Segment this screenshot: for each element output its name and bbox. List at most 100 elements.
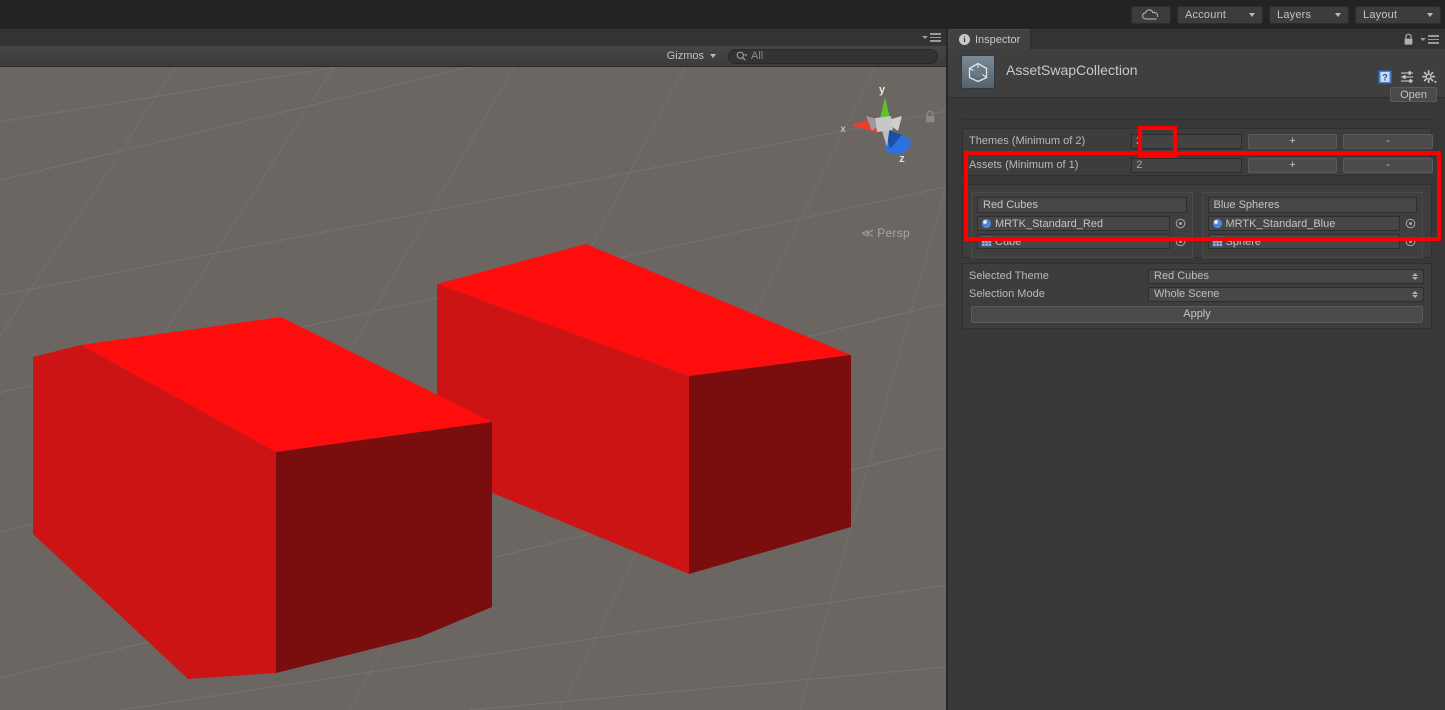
material-label-1: MRTK_Standard_Blue [1225, 217, 1336, 230]
scene-search-placeholder: All [751, 50, 764, 62]
panel-menu-icon[interactable] [922, 33, 941, 42]
selection-mode-row: Selection Mode Whole Scene [963, 285, 1433, 303]
theme-name-field-1[interactable]: Blue Spheres [1207, 197, 1417, 213]
gear-icon[interactable] [1422, 70, 1437, 84]
chevron-down-icon [710, 54, 716, 58]
perspective-indicator[interactable]: ≪ Persp [861, 226, 910, 240]
info-icon: i [959, 34, 970, 45]
material-field-0[interactable]: MRTK_Standard_Red [977, 216, 1170, 231]
scene-toolbar: Gizmos All [0, 46, 946, 67]
account-dropdown[interactable]: Account [1177, 5, 1263, 24]
inspector-header-icons: ? [1378, 70, 1437, 84]
selected-theme-label: Selected Theme [969, 270, 1049, 282]
scene-render [0, 67, 946, 710]
chevron-down-icon [1427, 12, 1433, 17]
assets-remove-button[interactable]: - [1343, 157, 1433, 173]
selected-theme-dropdown[interactable]: Red Cubes [1148, 268, 1424, 284]
hamburger-icon [1428, 35, 1439, 44]
preset-icon[interactable] [1400, 70, 1414, 84]
svg-text:y: y [879, 84, 886, 96]
prefab-label-0: Cube [995, 235, 1022, 248]
layout-dropdown[interactable]: Layout [1355, 5, 1441, 24]
material-label-0: MRTK_Standard_Red [995, 217, 1104, 230]
panel-menu-icon[interactable] [1420, 35, 1439, 44]
gizmos-dropdown[interactable]: Gizmos [663, 48, 720, 64]
chevron-down-icon [1249, 12, 1255, 17]
tab-inspector-label: Inspector [975, 33, 1021, 46]
theme-1-asset-row-0: MRTK_Standard_Blue [1207, 216, 1418, 231]
prefab-mesh-icon [1211, 236, 1223, 247]
prefab-field-1[interactable]: Sphere [1207, 234, 1400, 249]
assets-add-button[interactable]: + [1247, 157, 1338, 173]
search-icon [736, 51, 748, 61]
persp-arrow-icon: ≪ [861, 226, 875, 240]
inspector-panel: i Inspector AssetSwapCollection ? Open T… [948, 29, 1445, 710]
cloud-button[interactable] [1131, 5, 1171, 24]
layers-label: Layers [1277, 8, 1312, 21]
svg-text:?: ? [1382, 73, 1388, 83]
selection-mode-dropdown[interactable]: Whole Scene [1148, 286, 1424, 302]
chevron-down-icon [922, 36, 928, 39]
prefab-label-1: Sphere [1225, 235, 1261, 248]
scene-search-input[interactable]: All [728, 48, 938, 64]
object-picker-icon[interactable] [1174, 217, 1187, 230]
assets-count-row: Assets (Minimum of 1) 2 + - [963, 155, 1433, 175]
inspector-tab-strip: i Inspector [948, 29, 1445, 49]
hamburger-icon [930, 33, 941, 42]
prefab-field-0[interactable]: Cube [977, 234, 1170, 249]
stepper-arrows-icon [1412, 272, 1418, 280]
inspector-header: AssetSwapCollection ? Open [948, 49, 1445, 102]
chevron-down-icon [1335, 12, 1341, 17]
theme-1-asset-row-1: Sphere [1207, 234, 1418, 249]
object-picker-icon[interactable] [1174, 235, 1187, 248]
theme-0-asset-row-0: MRTK_Standard_Red [977, 216, 1187, 231]
help-book-icon[interactable]: ? [1378, 70, 1392, 84]
inspector-body: Themes (Minimum of 2) 2 + - Assets (Mini… [948, 99, 1445, 710]
divider [962, 119, 1432, 120]
prefab-mesh-icon [981, 236, 992, 247]
settings-section: Selected Theme Red Cubes Selection Mode … [962, 263, 1432, 329]
theme-name-field-0[interactable]: Red Cubes [977, 197, 1187, 213]
perspective-label: Persp [877, 226, 910, 240]
gizmos-label: Gizmos [666, 50, 704, 62]
theme-0-asset-row-1: Cube [977, 234, 1187, 249]
layout-label: Layout [1363, 8, 1398, 21]
themes-count-field[interactable]: 2 [1131, 133, 1242, 149]
counts-section: Themes (Minimum of 2) 2 + - Assets (Mini… [962, 128, 1433, 176]
page-title: AssetSwapCollection [1006, 62, 1138, 78]
unity-asset-icon [961, 55, 995, 89]
tab-inspector[interactable]: i Inspector [948, 29, 1032, 49]
material-field-1[interactable]: MRTK_Standard_Blue [1207, 216, 1400, 231]
scene-tab-strip [0, 29, 946, 46]
assets-count-field[interactable]: 2 [1131, 157, 1242, 173]
selection-mode-label: Selection Mode [969, 288, 1045, 300]
selection-mode-value: Whole Scene [1154, 287, 1220, 300]
material-sphere-icon [981, 218, 992, 229]
cloud-icon [1142, 9, 1159, 20]
chevron-down-icon [1420, 38, 1426, 41]
apply-button[interactable]: Apply [971, 306, 1423, 323]
object-picker-icon[interactable] [1404, 217, 1417, 230]
selected-theme-value: Red Cubes [1154, 269, 1210, 282]
themes-asset-list: Red Cubes MRTK_Standard_Red Cube Blue Sp… [962, 184, 1432, 258]
material-sphere-icon [1212, 218, 1222, 229]
themes-count-label: Themes (Minimum of 2) [969, 135, 1086, 147]
lock-icon[interactable] [1403, 33, 1414, 46]
top-toolbar: Account Layers Layout [0, 0, 1445, 29]
themes-add-button[interactable]: + [1247, 133, 1338, 149]
layers-dropdown[interactable]: Layers [1269, 5, 1349, 24]
svg-text:z: z [899, 153, 905, 165]
scene-axis-gizmo[interactable]: y x z [832, 69, 932, 179]
themes-remove-button[interactable]: - [1343, 133, 1433, 149]
theme-column-1: Blue Spheres MRTK_Standard_Blue Sphere [1201, 192, 1423, 258]
stepper-arrows-icon [1412, 290, 1418, 298]
scene-viewport[interactable]: y x z ≪ Persp [0, 67, 946, 710]
assets-count-label: Assets (Minimum of 1) [969, 159, 1079, 171]
object-picker-icon[interactable] [1404, 235, 1417, 248]
inspector-tab-actions [1403, 33, 1445, 49]
theme-column-0: Red Cubes MRTK_Standard_Red Cube [971, 192, 1193, 258]
themes-count-row: Themes (Minimum of 2) 2 + - [963, 131, 1433, 151]
scene-lock-icon[interactable] [924, 110, 936, 124]
account-label: Account [1185, 8, 1227, 21]
selected-theme-row: Selected Theme Red Cubes [963, 267, 1433, 285]
